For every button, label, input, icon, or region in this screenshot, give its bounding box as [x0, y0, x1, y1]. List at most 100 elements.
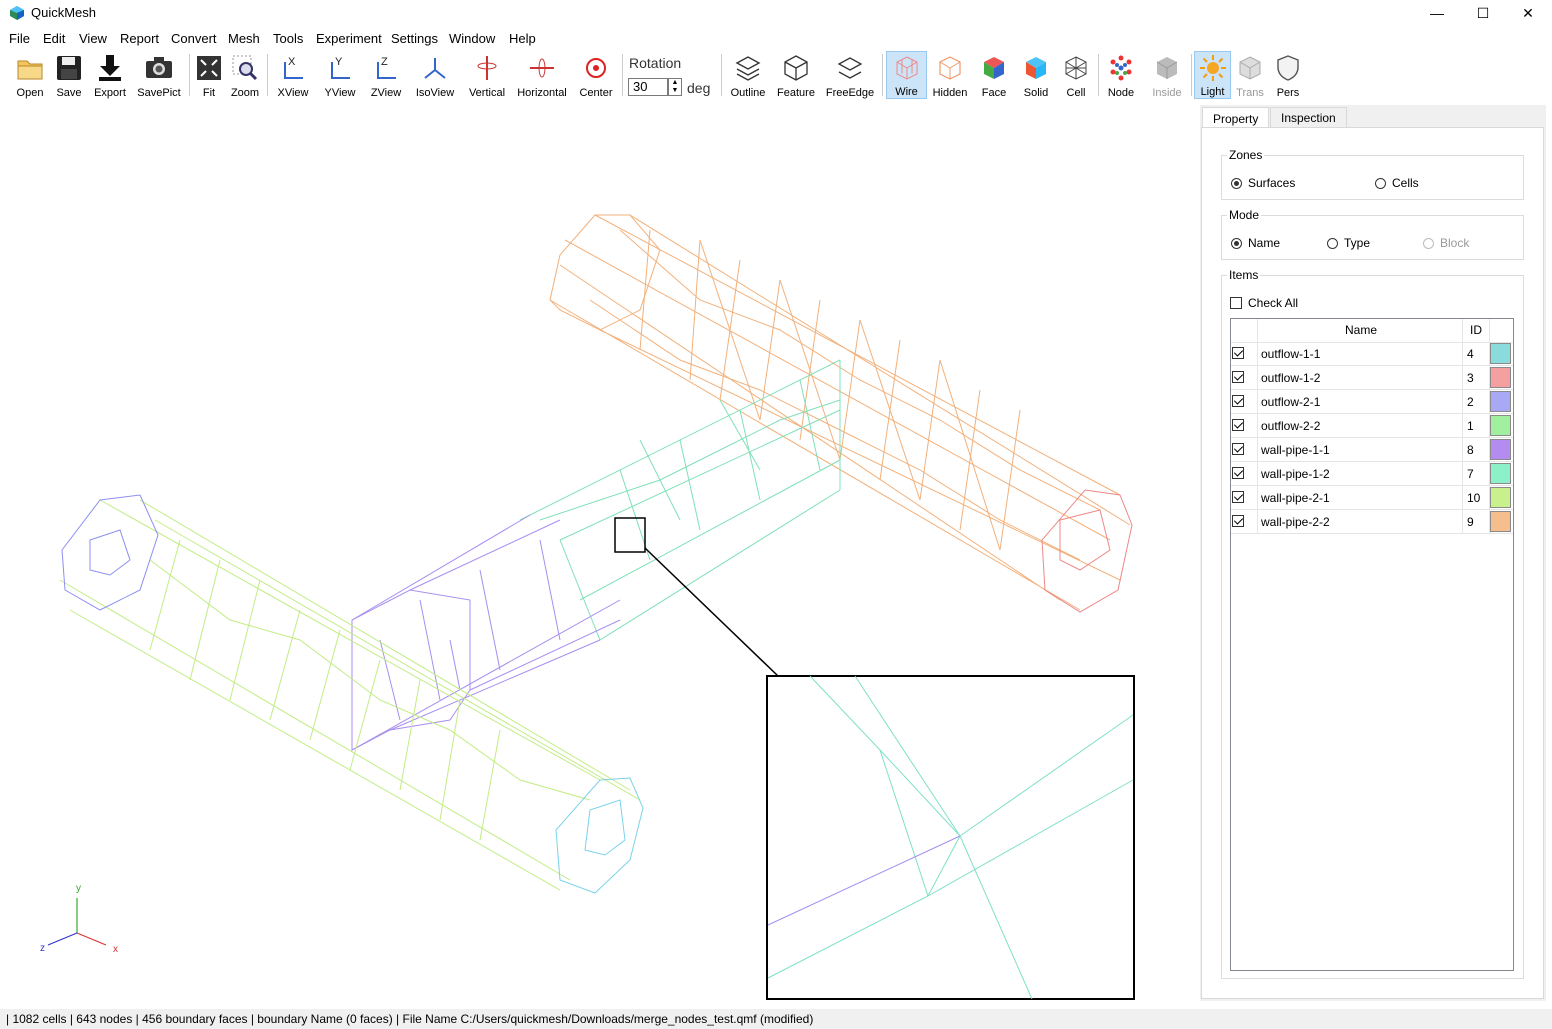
row-checkbox[interactable] — [1232, 467, 1244, 482]
pers-button[interactable]: Pers — [1271, 51, 1305, 99]
feature-button[interactable]: Feature — [774, 51, 818, 99]
tab-property[interactable]: Property — [1202, 107, 1270, 129]
yview-button[interactable]: Y YView — [320, 51, 360, 99]
isoview-button[interactable]: IsoView — [412, 51, 458, 99]
row-color-swatch[interactable] — [1490, 487, 1511, 508]
cell-button[interactable]: Cell — [1060, 51, 1092, 99]
mesh-wall-pipe-1-1 — [351, 514, 621, 751]
row-color-swatch[interactable] — [1490, 463, 1511, 484]
menu-window[interactable]: Window — [449, 31, 495, 46]
app-logo-icon — [10, 6, 24, 20]
radio-cells[interactable]: Cells — [1375, 176, 1419, 190]
row-color-swatch[interactable] — [1490, 439, 1511, 460]
minimize-button[interactable]: — — [1414, 0, 1460, 26]
maximize-button[interactable]: ☐ — [1460, 0, 1506, 26]
hidden-cube-icon — [935, 53, 965, 83]
table-row[interactable]: outflow-1-2 3 — [1231, 366, 1513, 390]
magnifier-icon — [230, 53, 260, 83]
wire-button[interactable]: Wire — [886, 51, 927, 99]
close-button[interactable]: ✕ — [1505, 0, 1551, 26]
radio-type[interactable]: Type — [1327, 236, 1370, 250]
column-header-name[interactable]: Name — [1345, 323, 1377, 337]
row-name: wall-pipe-1-1 — [1261, 443, 1330, 457]
tab-inspection[interactable]: Inspection — [1270, 107, 1347, 128]
svg-text:Z: Z — [381, 56, 388, 68]
radio-surfaces[interactable]: Surfaces — [1231, 176, 1295, 190]
hidden-button[interactable]: Hidden — [930, 51, 970, 99]
row-id: 3 — [1467, 371, 1474, 385]
row-checkbox[interactable] — [1232, 347, 1244, 362]
row-color-swatch[interactable] — [1490, 343, 1511, 364]
mesh-viewport[interactable]: y z x — [0, 103, 1192, 1008]
open-button[interactable]: Open — [10, 51, 50, 99]
table-row[interactable]: outflow-2-2 1 — [1231, 414, 1513, 438]
table-row[interactable]: wall-pipe-1-1 8 — [1231, 438, 1513, 462]
vertical-rotate-button[interactable]: Vertical — [465, 51, 509, 99]
row-checkbox[interactable] — [1232, 443, 1244, 458]
menu-tools[interactable]: Tools — [273, 31, 303, 46]
menu-file[interactable]: File — [9, 31, 30, 46]
row-checkbox[interactable] — [1232, 419, 1244, 434]
menu-report[interactable]: Report — [120, 31, 159, 46]
vertical-rotation-icon — [472, 53, 502, 83]
face-cube-icon — [979, 53, 1009, 83]
fit-button[interactable]: Fit — [193, 51, 225, 99]
export-button[interactable]: Export — [90, 51, 130, 99]
table-row[interactable]: wall-pipe-1-2 7 — [1231, 462, 1513, 486]
solid-button[interactable]: Solid — [1018, 51, 1054, 99]
solid-cube-icon — [1021, 53, 1051, 83]
node-button[interactable]: Node — [1103, 51, 1139, 99]
trans-button[interactable]: Trans — [1233, 51, 1267, 99]
table-row[interactable]: wall-pipe-2-1 10 — [1231, 486, 1513, 510]
outline-layers-icon — [733, 53, 763, 83]
menu-view[interactable]: View — [79, 31, 107, 46]
row-id: 10 — [1467, 491, 1481, 505]
window-title: QuickMesh — [31, 5, 97, 20]
row-checkbox[interactable] — [1232, 371, 1244, 386]
zoom-inset — [766, 675, 1135, 1000]
outline-button[interactable]: Outline — [728, 51, 768, 99]
save-button[interactable]: Save — [51, 51, 87, 99]
svg-text:X: X — [288, 56, 296, 68]
column-header-id[interactable]: ID — [1470, 323, 1482, 337]
zview-button[interactable]: Z ZView — [366, 51, 406, 99]
table-row[interactable]: wall-pipe-2-2 9 — [1231, 510, 1513, 534]
mesh-outflow-1-1 — [555, 777, 644, 894]
freeedge-button[interactable]: FreeEdge — [824, 51, 876, 99]
row-checkbox[interactable] — [1232, 491, 1244, 506]
table-row[interactable]: outflow-2-1 2 — [1231, 390, 1513, 414]
menu-help[interactable]: Help — [509, 31, 536, 46]
row-checkbox[interactable] — [1232, 395, 1244, 410]
transparent-cube-icon — [1235, 53, 1265, 83]
axis-x-label: x — [113, 944, 118, 955]
toolbar-separator — [721, 54, 722, 96]
menu-settings[interactable]: Settings — [391, 31, 438, 46]
row-color-swatch[interactable] — [1490, 367, 1511, 388]
menu-experiment[interactable]: Experiment — [316, 31, 382, 46]
menu-convert[interactable]: Convert — [171, 31, 217, 46]
mesh-wall-pipe-2-1 — [59, 499, 641, 891]
savepict-button[interactable]: SavePict — [134, 51, 184, 99]
download-arrow-icon — [95, 53, 125, 83]
check-all-checkbox[interactable]: Check All — [1230, 296, 1298, 310]
rotation-input[interactable]: 30 — [628, 78, 668, 96]
table-row[interactable]: outflow-1-1 4 — [1231, 342, 1513, 366]
row-checkbox[interactable] — [1232, 515, 1244, 530]
inside-button[interactable]: Inside — [1147, 51, 1187, 99]
rotation-spinner[interactable]: ▲ ▼ — [668, 78, 682, 96]
light-button[interactable]: Light — [1194, 51, 1231, 99]
row-color-swatch[interactable] — [1490, 415, 1511, 436]
menu-edit[interactable]: Edit — [43, 31, 65, 46]
center-button[interactable]: Center — [576, 51, 616, 99]
row-color-swatch[interactable] — [1490, 391, 1511, 412]
horizontal-rotate-button[interactable]: Horizontal — [514, 51, 570, 99]
row-id: 8 — [1467, 443, 1474, 457]
face-button[interactable]: Face — [976, 51, 1012, 99]
radio-name[interactable]: Name — [1231, 236, 1280, 250]
zoom-button[interactable]: Zoom — [228, 51, 262, 99]
axis-y-label: y — [76, 883, 81, 894]
xview-button[interactable]: X XView — [273, 51, 313, 99]
rotation-label: Rotation — [629, 55, 682, 71]
menu-mesh[interactable]: Mesh — [228, 31, 260, 46]
row-color-swatch[interactable] — [1490, 511, 1511, 532]
